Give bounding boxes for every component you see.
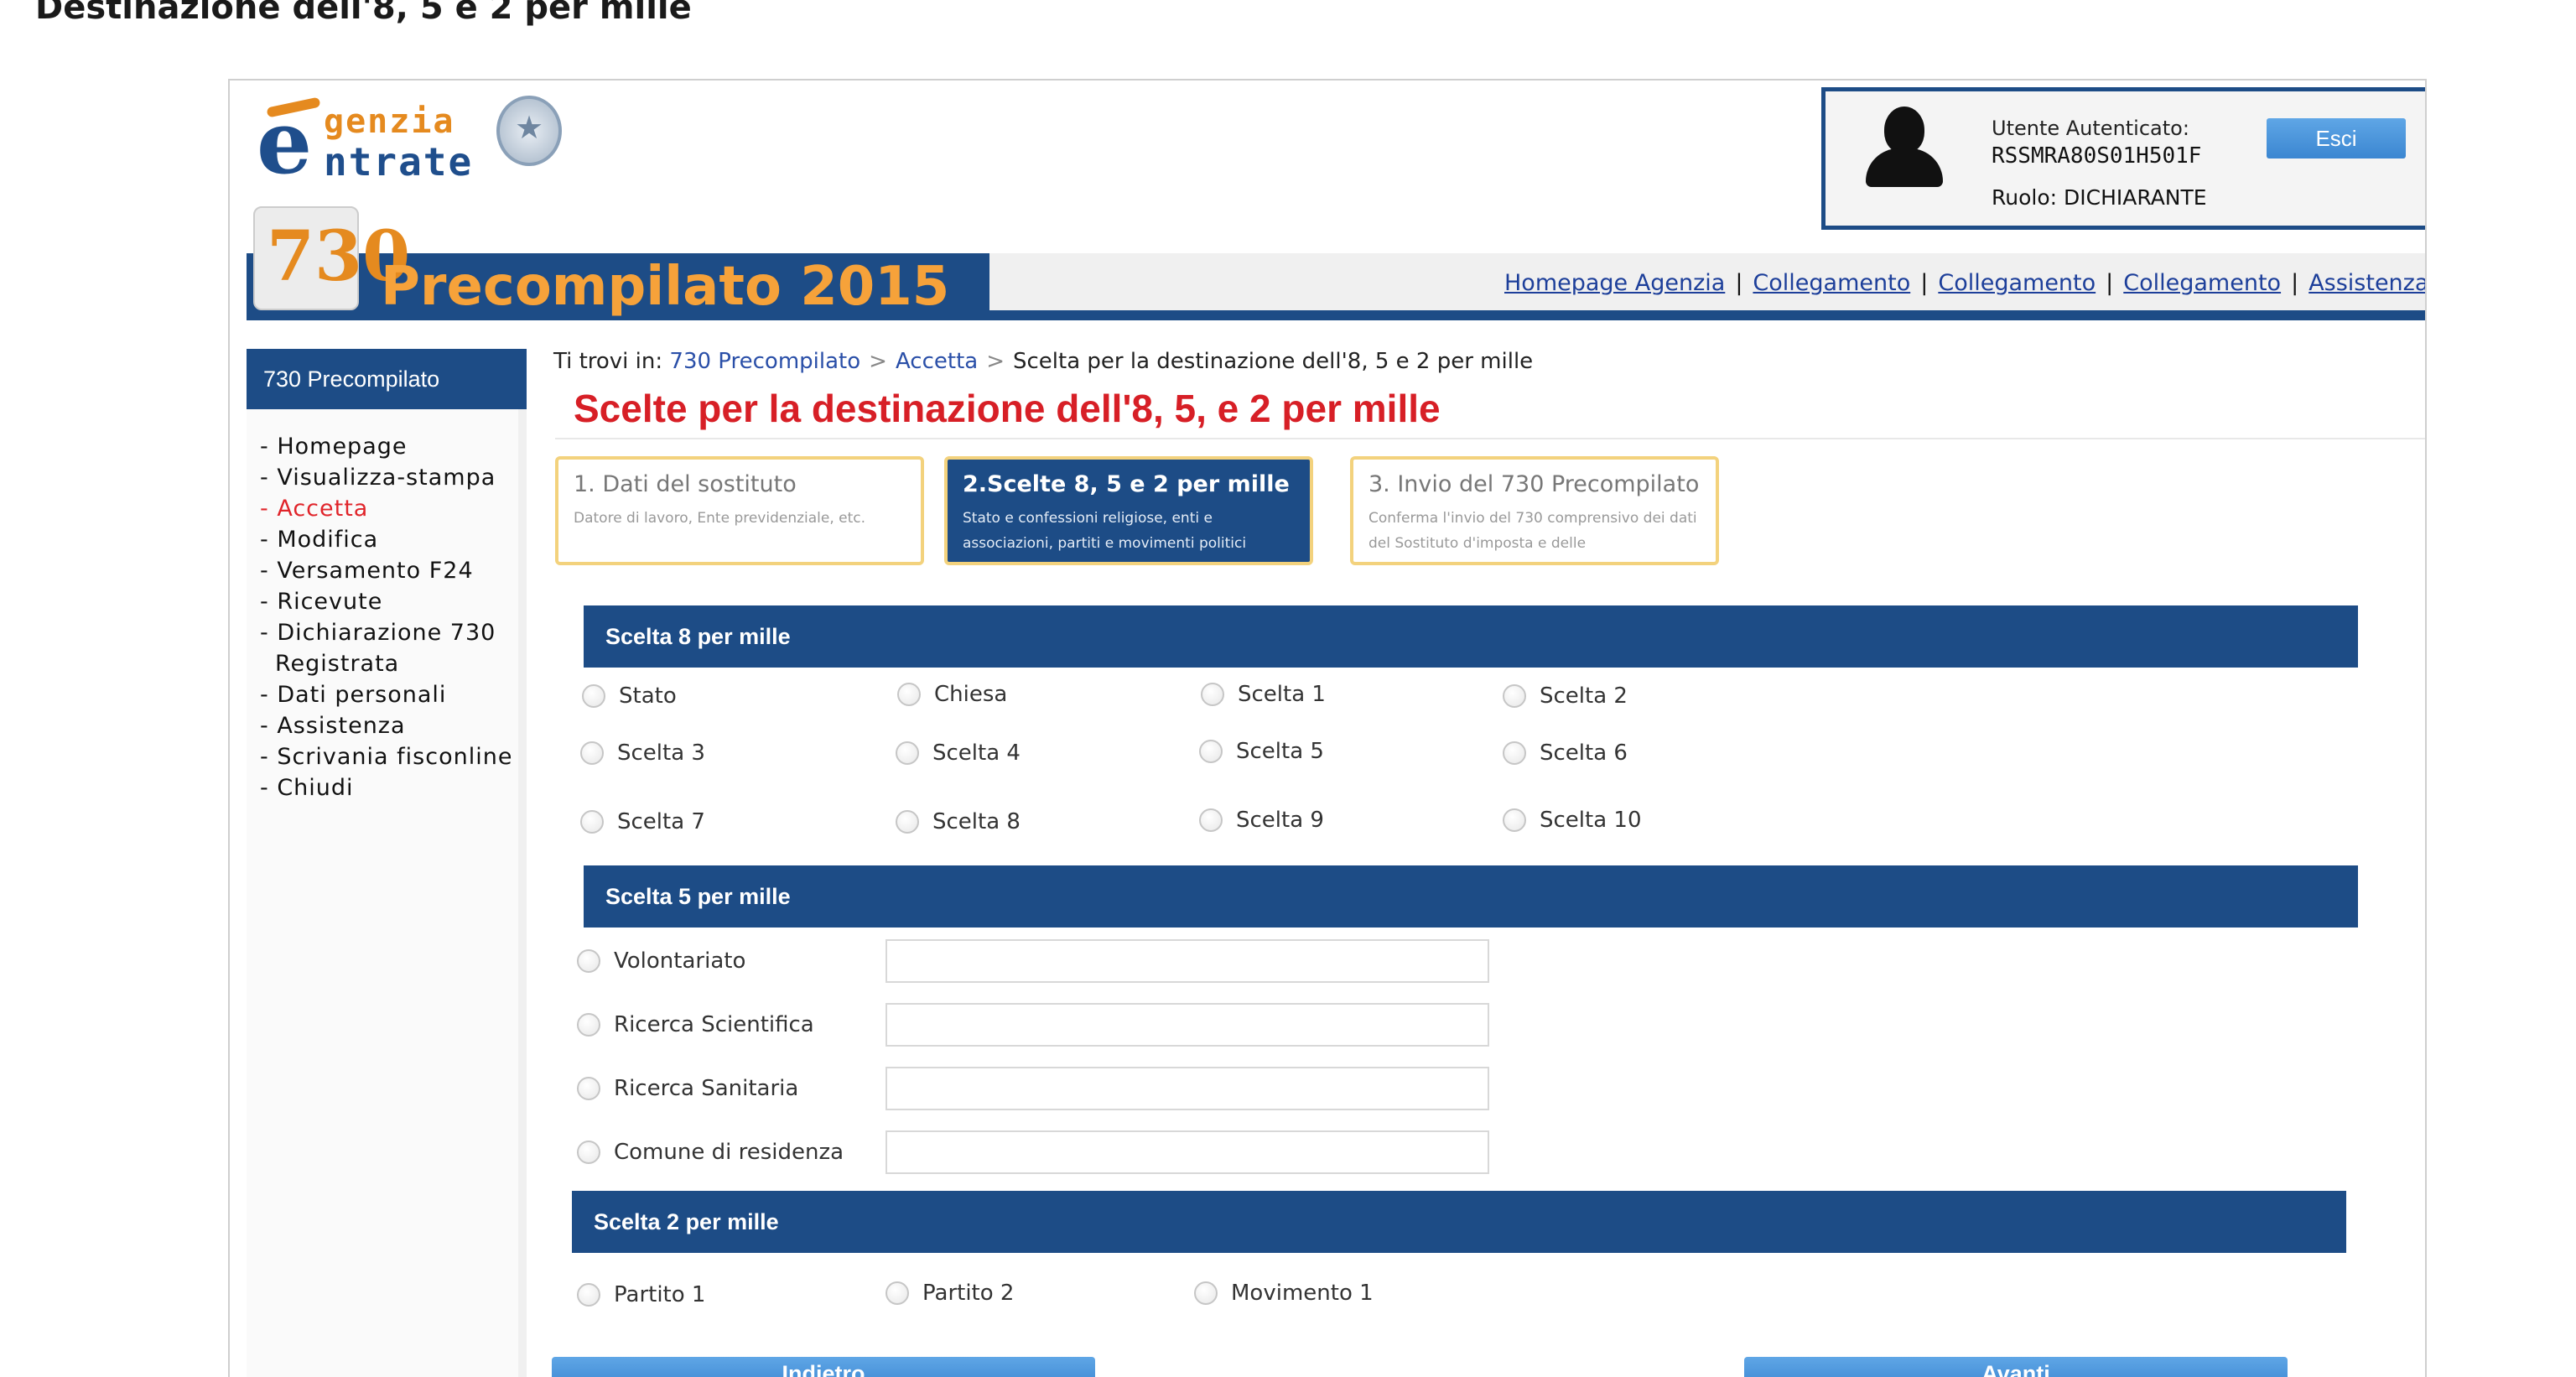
breadcrumb-link-730-precompilato[interactable]: 730 Precompilato <box>669 349 860 374</box>
step-1-title: 1. Dati del sostituto <box>574 471 797 497</box>
sidebar-item-versamento-f24[interactable]: - Versamento F24 <box>260 555 512 586</box>
back-button[interactable]: Indietro <box>552 1357 1095 1377</box>
page-title: Scelte per la destinazione dell'8, 5, e … <box>574 387 1441 430</box>
comune-residenza-field[interactable] <box>886 1130 1489 1174</box>
option-scelta-3[interactable]: Scelta 3 <box>580 738 705 768</box>
option-movimento-1[interactable]: Movimento 1 <box>1194 1278 1374 1308</box>
logo-line1: genzia <box>324 102 455 141</box>
radio-icon[interactable] <box>1194 1281 1218 1305</box>
section-8-header: Scelta 8 per mille <box>584 605 2358 668</box>
link-collegamento-2[interactable]: Collegamento <box>1938 270 2096 296</box>
option-comune-residenza[interactable]: Comune di residenza <box>577 1137 844 1167</box>
option-scelta-8[interactable]: Scelta 8 <box>896 807 1021 837</box>
step-1-desc: Datore di lavoro, Ente previdenziale, et… <box>574 510 866 527</box>
option-scelta-4[interactable]: Scelta 4 <box>896 738 1021 768</box>
step-3[interactable]: 3. Invio del 730 Precompilato Conferma l… <box>1350 456 1719 565</box>
sidebar-item-dichiarazione-730[interactable]: - Dichiarazione 730 <box>260 617 512 648</box>
radio-icon[interactable] <box>577 1013 600 1037</box>
volontariato-field[interactable] <box>886 939 1489 983</box>
option-scelta-1[interactable]: Scelta 1 <box>1201 679 1326 709</box>
title-divider <box>555 438 2425 439</box>
step-3-desc: Conferma l'invio del 730 comprensivo dei… <box>1368 510 1697 552</box>
radio-icon[interactable] <box>897 683 921 706</box>
sidebar-menu: - Homepage - Visualizza-stampa - Accetta… <box>260 431 512 803</box>
radio-icon[interactable] <box>1199 740 1223 763</box>
radio-icon[interactable] <box>1503 808 1526 832</box>
option-scelta-7[interactable]: Scelta 7 <box>580 807 705 837</box>
sidebar-item-ricevute[interactable]: - Ricevute <box>260 586 512 617</box>
sidebar-item-dati-personali[interactable]: - Dati personali <box>260 679 512 710</box>
radio-icon[interactable] <box>577 949 600 973</box>
logo-e-letter: e <box>257 91 313 194</box>
user-avatar-icon <box>1862 103 1946 187</box>
logo-line2: ntrate <box>324 139 474 184</box>
radio-icon[interactable] <box>896 810 919 834</box>
option-stato[interactable]: Stato <box>582 681 677 711</box>
banner-title: Precompilato 2015 <box>381 256 950 318</box>
option-scelta-6[interactable]: Scelta 6 <box>1503 738 1628 768</box>
sidebar-item-scrivania-fisconline[interactable]: - Scrivania fisconline <box>260 741 512 772</box>
option-volontariato[interactable]: Volontariato <box>577 946 745 976</box>
user-panel: Utente Autenticato: RSSMRA80S01H501F Ruo… <box>1821 87 2425 230</box>
user-label: Utente Autenticato: <box>1992 117 2189 140</box>
radio-icon[interactable] <box>580 741 604 765</box>
radio-icon[interactable] <box>577 1283 600 1307</box>
option-chiesa[interactable]: Chiesa <box>897 679 1007 709</box>
breadcrumb-current: Scelta per la destinazione dell'8, 5 e 2… <box>1013 349 1534 374</box>
sidebar-item-homepage[interactable]: - Homepage <box>260 431 512 462</box>
breadcrumb-prefix: Ti trovi in: <box>553 349 663 374</box>
sidebar-item-registrata[interactable]: Registrata <box>260 648 512 679</box>
app-window: e genzia ntrate Utente Autenticato: RSSM… <box>228 79 2427 1377</box>
step-3-title: 3. Invio del 730 Precompilato <box>1368 471 1700 497</box>
ricerca-scientifica-field[interactable] <box>886 1003 1489 1047</box>
sidebar-title: 730 Precompilato <box>247 349 527 409</box>
user-code: RSSMRA80S01H501F <box>1992 143 2202 169</box>
radio-icon[interactable] <box>577 1077 600 1100</box>
section-2-header: Scelta 2 per mille <box>572 1191 2346 1253</box>
top-links: Homepage Agenzia | Collegamento | Collegamen… <box>1504 270 2425 296</box>
link-assistenza[interactable]: Assistenza <box>2309 270 2425 296</box>
section-5-header: Scelta 5 per mille <box>584 865 2358 928</box>
option-scelta-2[interactable]: Scelta 2 <box>1503 681 1628 711</box>
breadcrumb: Ti trovi in: 730 Precompilato > Accetta > Sc… <box>553 349 1534 374</box>
document-title: Destinazione dell'8, 5 e 2 per mille <box>35 0 692 27</box>
option-ricerca-scientifica[interactable]: Ricerca Scientifica <box>577 1010 814 1040</box>
radio-icon[interactable] <box>896 741 919 765</box>
option-partito-2[interactable]: Partito 2 <box>886 1278 1014 1308</box>
option-scelta-10[interactable]: Scelta 10 <box>1503 805 1642 835</box>
republic-emblem-icon <box>496 96 562 166</box>
sidebar-item-modifica[interactable]: - Modifica <box>260 524 512 555</box>
sidebar-item-assistenza[interactable]: - Assistenza <box>260 710 512 741</box>
radio-icon[interactable] <box>1503 684 1526 708</box>
radio-icon[interactable] <box>1201 683 1224 706</box>
sidebar-item-accetta[interactable]: - Accetta <box>260 493 512 524</box>
radio-icon[interactable] <box>1199 808 1223 832</box>
step-2-active[interactable]: 2.Scelte 8, 5 e 2 per mille Stato e conf… <box>944 456 1313 565</box>
radio-icon[interactable] <box>577 1141 600 1164</box>
radio-icon[interactable] <box>886 1281 909 1305</box>
option-partito-1[interactable]: Partito 1 <box>577 1280 705 1310</box>
step-2-desc: Stato e confessioni religiose, enti e as… <box>963 510 1247 552</box>
link-collegamento-3[interactable]: Collegamento <box>2123 270 2281 296</box>
option-ricerca-sanitaria[interactable]: Ricerca Sanitaria <box>577 1073 798 1104</box>
radio-icon[interactable] <box>582 684 605 708</box>
ricerca-sanitaria-field[interactable] <box>886 1067 1489 1110</box>
radio-icon[interactable] <box>1503 741 1526 765</box>
logout-button[interactable]: Esci <box>2267 118 2406 158</box>
step-1[interactable]: 1. Dati del sostituto Datore di lavoro, … <box>555 456 924 565</box>
link-homepage-agenzia[interactable]: Homepage Agenzia <box>1504 270 1725 296</box>
next-button[interactable]: Avanti <box>1744 1357 2288 1377</box>
radio-icon[interactable] <box>580 810 604 834</box>
730-app-icon: 730 <box>253 206 410 310</box>
option-scelta-9[interactable]: Scelta 9 <box>1199 805 1324 835</box>
breadcrumb-link-accetta[interactable]: Accetta <box>896 349 978 374</box>
link-collegamento-1[interactable]: Collegamento <box>1753 270 1910 296</box>
sidebar-item-chiudi[interactable]: - Chiudi <box>260 772 512 803</box>
sidebar-item-visualizza-stampa[interactable]: - Visualizza-stampa <box>260 462 512 493</box>
user-role: Ruolo: DICHIARANTE <box>1992 185 2207 210</box>
option-scelta-5[interactable]: Scelta 5 <box>1199 736 1324 766</box>
step-2-title: 2.Scelte 8, 5 e 2 per mille <box>963 471 1290 497</box>
